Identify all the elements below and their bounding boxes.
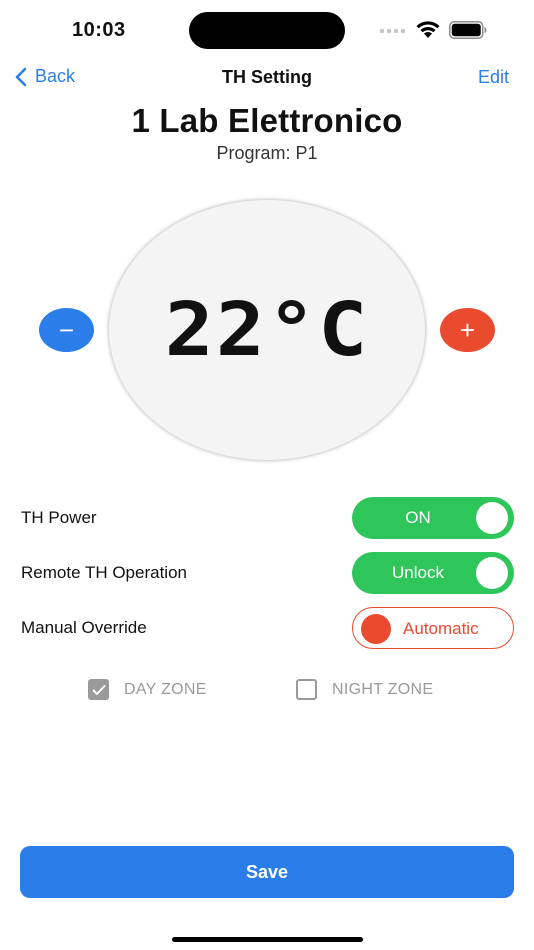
toggle-knob — [476, 557, 508, 589]
status-bar: 10:03 — [0, 0, 534, 60]
manual-override-value: Automatic — [403, 619, 479, 638]
home-indicator — [172, 937, 363, 942]
wifi-icon — [416, 21, 440, 38]
th-power-toggle[interactable]: ON — [352, 497, 514, 539]
device-title: 1 Lab Elettronico — [131, 102, 403, 139]
remote-operation-label: Remote TH Operation — [21, 563, 187, 582]
th-power-label: TH Power — [21, 508, 97, 527]
night-zone-checkbox[interactable]: NIGHT ZONE — [296, 679, 433, 700]
th-power-value: ON — [405, 508, 431, 527]
toggle-knob — [476, 502, 508, 534]
checkbox-checked — [88, 679, 109, 700]
manual-override-label: Manual Override — [21, 618, 147, 637]
cellular-dots-icon — [380, 29, 405, 33]
remote-operation-toggle[interactable]: Unlock — [352, 552, 514, 594]
setting-row-manual-override: Manual Override Automatic — [0, 607, 534, 651]
nav-title: TH Setting — [222, 67, 312, 87]
status-time: 10:03 — [72, 19, 126, 41]
manual-override-toggle[interactable]: Automatic — [352, 607, 514, 649]
checkbox-unchecked — [296, 679, 317, 700]
minus-icon: − — [58, 315, 75, 345]
day-zone-label: DAY ZONE — [124, 680, 207, 698]
navigation-bar: Back TH Setting Edit — [0, 60, 534, 96]
checkmark-icon — [92, 684, 105, 695]
setting-row-th-power: TH Power ON — [0, 497, 534, 541]
temperature-dial: 22°C — [109, 200, 425, 460]
save-button[interactable]: Save — [20, 846, 514, 898]
plus-icon: + — [459, 315, 476, 345]
battery-icon — [449, 21, 487, 39]
edit-button[interactable]: Edit — [478, 67, 509, 88]
night-zone-label: NIGHT ZONE — [332, 680, 434, 698]
remote-operation-value: Unlock — [392, 563, 444, 582]
program-label: Program: P1 — [216, 143, 318, 163]
toggle-knob — [361, 614, 391, 644]
day-zone-checkbox[interactable]: DAY ZONE — [88, 679, 207, 700]
setting-row-remote-operation: Remote TH Operation Unlock — [0, 552, 534, 596]
dynamic-island — [189, 12, 345, 49]
decrease-temperature-button[interactable]: − — [39, 308, 94, 352]
increase-temperature-button[interactable]: + — [440, 308, 495, 352]
temperature-display: 22°C — [164, 287, 370, 373]
